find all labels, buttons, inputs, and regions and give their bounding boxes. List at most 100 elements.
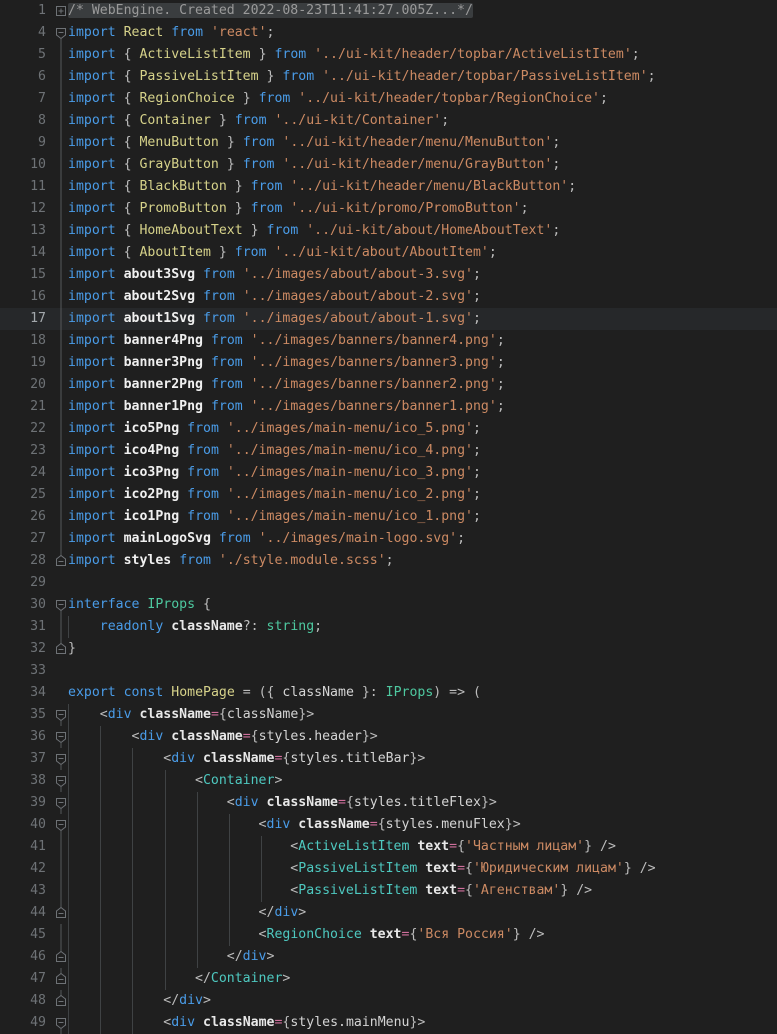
- code-text[interactable]: import ico3Png from '../images/main-menu…: [68, 462, 481, 484]
- code-line[interactable]: 9 import { MenuButton } from '../ui-kit/h…: [0, 132, 777, 154]
- code-line[interactable]: 13 import { HomeAboutText } from '../ui-k…: [0, 220, 777, 242]
- code-text[interactable]: import banner2Png from '../images/banner…: [68, 374, 505, 396]
- code-text[interactable]: </Container>: [68, 968, 290, 990]
- fold-expanded-start-icon[interactable]: [54, 22, 68, 44]
- code-text[interactable]: <PassiveListItem text={'Агенствам'} />: [68, 880, 592, 902]
- code-text[interactable]: <div className={styles.menuFlex}>: [68, 814, 521, 836]
- code-line[interactable]: 6 import { PassiveListItem } from '../ui-…: [0, 66, 777, 88]
- code-text[interactable]: import ico4Png from '../images/main-menu…: [68, 440, 481, 462]
- code-text[interactable]: <RegionChoice text={'Вся Россия'} />: [68, 924, 545, 946]
- code-text[interactable]: import { RegionChoice } from '../ui-kit/…: [68, 88, 608, 110]
- code-text[interactable]: import { BlackButton } from '../ui-kit/h…: [68, 176, 576, 198]
- code-line[interactable]: 23 import ico4Png from '../images/main-me…: [0, 440, 777, 462]
- code-text[interactable]: <PassiveListItem text={'Юридическим лица…: [68, 858, 655, 880]
- code-line[interactable]: 26 import ico1Png from '../images/main-me…: [0, 506, 777, 528]
- code-text[interactable]: <Container>: [68, 770, 282, 792]
- code-line[interactable]: 35 <div className={className}>: [0, 704, 777, 726]
- code-line[interactable]: 38 <Container>: [0, 770, 777, 792]
- code-text[interactable]: import { Container } from '../ui-kit/Con…: [68, 110, 449, 132]
- code-text[interactable]: <div className={styles.titleBar}>: [68, 748, 425, 770]
- code-line[interactable]: 12 import { PromoButton } from '../ui-kit…: [0, 198, 777, 220]
- code-text[interactable]: import ico5Png from '../images/main-menu…: [68, 418, 481, 440]
- code-line[interactable]: 31 readonly className?: string;: [0, 616, 777, 638]
- code-line[interactable]: 29: [0, 572, 777, 594]
- code-line[interactable]: 34 export const HomePage = ({ className }…: [0, 682, 777, 704]
- fold-expanded-end-icon[interactable]: [54, 968, 68, 990]
- code-line[interactable]: 45 <RegionChoice text={'Вся Россия'} />: [0, 924, 777, 946]
- code-line[interactable]: 1 /* WebEngine. Created 2022-08-23T11:41:…: [0, 0, 777, 22]
- code-text[interactable]: <div className={styles.titleFlex}>: [68, 792, 497, 814]
- code-line[interactable]: 11 import { BlackButton } from '../ui-kit…: [0, 176, 777, 198]
- code-text[interactable]: import { AboutItem } from '../ui-kit/abo…: [68, 242, 497, 264]
- code-line[interactable]: 41 <ActiveListItem text={'Частным лицам'…: [0, 836, 777, 858]
- code-text[interactable]: export const HomePage = ({ className }: …: [68, 682, 481, 704]
- code-text[interactable]: import mainLogoSvg from '../images/main-…: [68, 528, 465, 550]
- code-text[interactable]: import banner3Png from '../images/banner…: [68, 352, 505, 374]
- code-text[interactable]: <ActiveListItem text={'Частным лицам'} /…: [68, 836, 616, 858]
- code-text[interactable]: }: [68, 638, 76, 660]
- code-text[interactable]: import ico2Png from '../images/main-menu…: [68, 484, 481, 506]
- fold-expanded-start-icon[interactable]: [54, 770, 68, 792]
- fold-expanded-start-icon[interactable]: [54, 814, 68, 836]
- code-line[interactable]: 21 import banner1Png from '../images/bann…: [0, 396, 777, 418]
- fold-expanded-start-icon[interactable]: [54, 726, 68, 748]
- code-text[interactable]: import React from 'react';: [68, 22, 275, 44]
- code-text[interactable]: <div className={className}>: [68, 704, 314, 726]
- code-line[interactable]: 27 import mainLogoSvg from '../images/mai…: [0, 528, 777, 550]
- code-line[interactable]: 7 import { RegionChoice } from '../ui-kit…: [0, 88, 777, 110]
- fold-expanded-end-icon[interactable]: [54, 946, 68, 968]
- code-text[interactable]: import { HomeAboutText } from '../ui-kit…: [68, 220, 560, 242]
- fold-expanded-start-icon[interactable]: [54, 594, 68, 616]
- code-line[interactable]: 33: [0, 660, 777, 682]
- code-text[interactable]: </div>: [68, 990, 211, 1012]
- fold-collapsed-icon[interactable]: [54, 0, 68, 22]
- code-text[interactable]: import banner1Png from '../images/banner…: [68, 396, 505, 418]
- fold-expanded-start-icon[interactable]: [54, 792, 68, 814]
- code-line[interactable]: 47 </Container>: [0, 968, 777, 990]
- fold-expanded-start-icon[interactable]: [54, 748, 68, 770]
- code-line[interactable]: 37 <div className={styles.titleBar}>: [0, 748, 777, 770]
- code-text[interactable]: /* WebEngine. Created 2022-08-23T11:41:2…: [68, 0, 473, 22]
- fold-expanded-end-icon[interactable]: [54, 902, 68, 924]
- code-text[interactable]: import about1Svg from '../images/about/a…: [68, 308, 481, 330]
- code-line[interactable]: 18 import banner4Png from '../images/bann…: [0, 330, 777, 352]
- code-text[interactable]: import about3Svg from '../images/about/a…: [68, 264, 481, 286]
- code-line[interactable]: 14 import { AboutItem } from '../ui-kit/a…: [0, 242, 777, 264]
- code-line[interactable]: 48 </div>: [0, 990, 777, 1012]
- code-editor[interactable]: 1 /* WebEngine. Created 2022-08-23T11:41:…: [0, 0, 777, 1034]
- code-text[interactable]: import styles from './style.module.scss'…: [68, 550, 394, 572]
- code-text[interactable]: <div className={styles.mainMenu}>: [68, 1012, 425, 1034]
- fold-expanded-end-icon[interactable]: [54, 638, 68, 660]
- fold-expanded-start-icon[interactable]: [54, 1012, 68, 1034]
- fold-expanded-start-icon[interactable]: [54, 704, 68, 726]
- code-text[interactable]: import { PromoButton } from '../ui-kit/p…: [68, 198, 529, 220]
- code-text[interactable]: import { GrayButton } from '../ui-kit/he…: [68, 154, 560, 176]
- code-text[interactable]: <div className={styles.header}>: [68, 726, 378, 748]
- code-text[interactable]: </div>: [68, 902, 307, 924]
- code-line[interactable]: 20 import banner2Png from '../images/bann…: [0, 374, 777, 396]
- code-line[interactable]: 10 import { GrayButton } from '../ui-kit/…: [0, 154, 777, 176]
- code-line[interactable]: 44 </div>: [0, 902, 777, 924]
- code-text[interactable]: import { ActiveListItem } from '../ui-ki…: [68, 44, 640, 66]
- code-text[interactable]: import { PassiveListItem } from '../ui-k…: [68, 66, 656, 88]
- code-line[interactable]: 46 </div>: [0, 946, 777, 968]
- code-text[interactable]: interface IProps {: [68, 594, 211, 616]
- code-line[interactable]: 15 import about3Svg from '../images/about…: [0, 264, 777, 286]
- code-line[interactable]: 24 import ico3Png from '../images/main-me…: [0, 462, 777, 484]
- code-line[interactable]: 25 import ico2Png from '../images/main-me…: [0, 484, 777, 506]
- code-text[interactable]: import about2Svg from '../images/about/a…: [68, 286, 481, 308]
- code-line[interactable]: 16 import about2Svg from '../images/about…: [0, 286, 777, 308]
- code-text[interactable]: import { MenuButton } from '../ui-kit/he…: [68, 132, 560, 154]
- code-line[interactable]: 17 import about1Svg from '../images/about…: [0, 308, 777, 330]
- code-line[interactable]: 32}: [0, 638, 777, 660]
- code-text[interactable]: readonly className?: string;: [68, 616, 322, 638]
- code-text[interactable]: </div>: [68, 946, 275, 968]
- code-line[interactable]: 49 <div className={styles.mainMenu}>: [0, 1012, 777, 1034]
- code-line[interactable]: 43 <PassiveListItem text={'Агенствам'} /…: [0, 880, 777, 902]
- code-line[interactable]: 19 import banner3Png from '../images/bann…: [0, 352, 777, 374]
- fold-expanded-end-icon[interactable]: [54, 990, 68, 1012]
- fold-expanded-end-icon[interactable]: [54, 550, 68, 572]
- code-line[interactable]: 40 <div className={styles.menuFlex}>: [0, 814, 777, 836]
- code-line[interactable]: 4 import React from 'react';: [0, 22, 777, 44]
- code-line[interactable]: 30 interface IProps {: [0, 594, 777, 616]
